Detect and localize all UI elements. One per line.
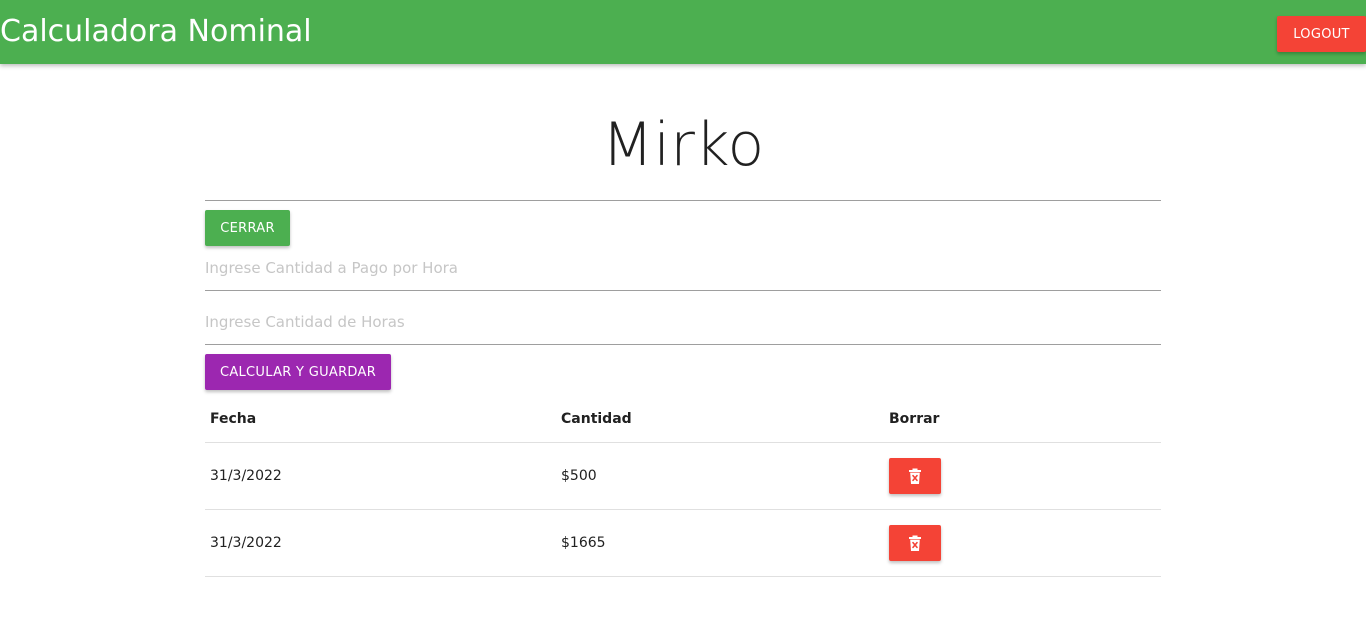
trash-icon bbox=[909, 535, 921, 551]
row-amount: $1665 bbox=[556, 509, 884, 577]
page-title: Mirko bbox=[601, 110, 765, 180]
title-divider bbox=[205, 200, 1161, 201]
hourly-rate-input[interactable] bbox=[205, 245, 1161, 291]
close-button[interactable]: CERRAR bbox=[205, 210, 290, 246]
column-header-delete: Borrar bbox=[884, 395, 1161, 443]
table-header-row: Fecha Cantidad Borrar bbox=[205, 395, 1161, 443]
row-date: 31/3/2022 bbox=[205, 442, 556, 510]
row-date: 31/3/2022 bbox=[205, 509, 556, 577]
table-row: 31/3/2022 $1665 bbox=[205, 509, 1161, 577]
table-row: 31/3/2022 $500 bbox=[205, 442, 1161, 510]
row-delete-cell bbox=[884, 442, 1161, 510]
top-navbar: Calculadora Nominal LOGOUT bbox=[0, 0, 1366, 64]
trash-icon bbox=[909, 468, 921, 484]
hours-input[interactable] bbox=[205, 299, 1161, 345]
row-amount: $500 bbox=[556, 442, 884, 510]
delete-row-button[interactable] bbox=[889, 458, 941, 494]
calculate-and-save-button[interactable]: CALCULAR Y GUARDAR bbox=[205, 354, 391, 390]
row-delete-cell bbox=[884, 509, 1161, 577]
column-header-date: Fecha bbox=[205, 395, 556, 443]
column-header-amount: Cantidad bbox=[556, 395, 884, 443]
app-brand[interactable]: Calculadora Nominal bbox=[0, 0, 312, 64]
logout-button[interactable]: LOGOUT bbox=[1277, 16, 1366, 52]
payments-table: Fecha Cantidad Borrar 31/3/2022 $500 31/… bbox=[205, 395, 1161, 577]
delete-row-button[interactable] bbox=[889, 525, 941, 561]
